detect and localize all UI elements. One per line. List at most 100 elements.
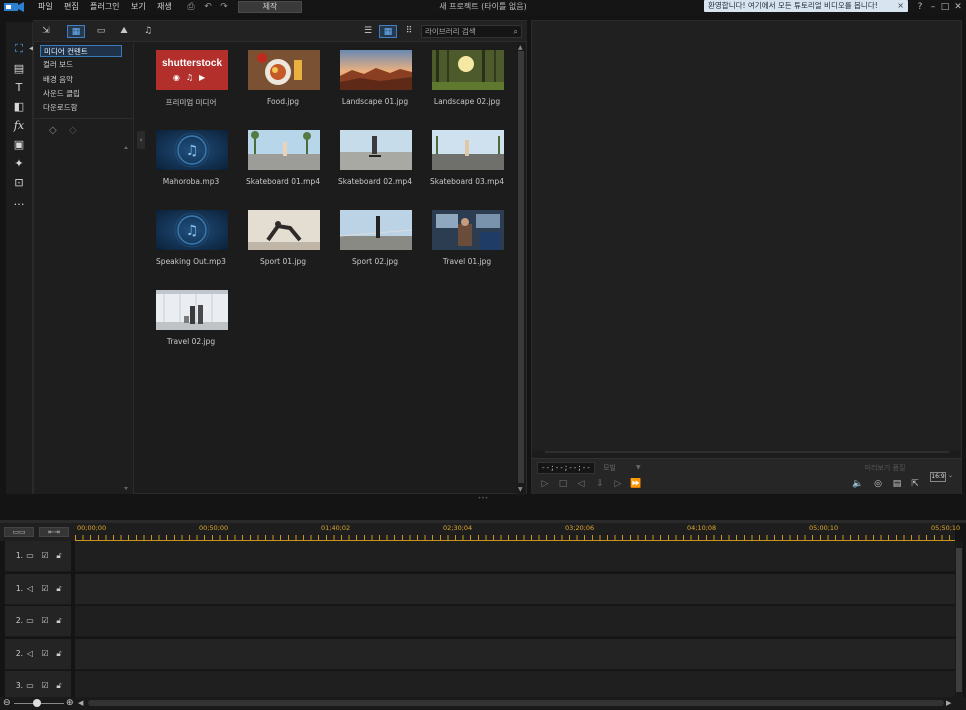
track-header[interactable]: 2. ▭ ☑ 🔓︎: [5, 606, 71, 637]
media-thumbnail[interactable]: Skateboard 03.mp4: [421, 123, 513, 199]
media-thumbnail[interactable]: Food.jpg: [237, 43, 329, 119]
media-thumbnail[interactable]: Sport 02.jpg: [329, 203, 421, 279]
menu-plugins[interactable]: 플러그인: [90, 1, 119, 13]
category-background-music[interactable]: 배경 음악: [40, 74, 122, 86]
preview-screen[interactable]: [532, 21, 961, 451]
media-thumbnail[interactable]: Landscape 02.jpg: [421, 43, 513, 119]
zoom-out-icon[interactable]: ⊖: [3, 698, 11, 708]
track-enable-checkbox[interactable]: ☑: [40, 681, 50, 691]
media-thumbnail[interactable]: ♫ Speaking Out.mp3: [145, 203, 237, 279]
media-thumbnail[interactable]: Travel 01.jpg: [421, 203, 513, 279]
category-sound-clips[interactable]: 사운드 클립: [40, 88, 122, 100]
filter-all-media-icon[interactable]: ▦: [67, 25, 85, 38]
zoom-in-icon[interactable]: ⊕: [66, 698, 74, 708]
library-search[interactable]: 라이브러리 검색 ⌕: [421, 25, 522, 38]
track-lane[interactable]: [75, 638, 955, 670]
redo-icon[interactable]: ↷: [219, 2, 229, 12]
split-icon[interactable]: ⇩: [594, 478, 606, 490]
grid-view-icon[interactable]: ▦: [379, 25, 397, 38]
filter-audio-icon[interactable]: ♫: [139, 25, 157, 38]
undock-icon[interactable]: ⇱: [908, 478, 922, 490]
media-thumbnail[interactable]: shutterstock ◉♫▶ 프리미엄 미디어: [145, 43, 237, 119]
track-lane[interactable]: [75, 573, 955, 605]
track-lane[interactable]: [75, 541, 955, 572]
track-enable-checkbox[interactable]: ☑: [40, 649, 50, 659]
fast-forward-icon[interactable]: ⏩: [630, 478, 642, 490]
menu-file[interactable]: 파일: [38, 1, 53, 13]
fit-timeline-button[interactable]: ⇤⇥: [39, 527, 69, 537]
more-icon[interactable]: …: [12, 195, 26, 209]
scroll-down-icon[interactable]: ▼: [518, 486, 523, 493]
timecode-field[interactable]: --;--;--;--: [537, 462, 595, 474]
welcome-banner[interactable]: 환영합니다! 여기에서 모든 튜토리얼 비디오를 봅니다! ×: [704, 0, 908, 12]
timeline-scrollbar-thumb[interactable]: [956, 548, 962, 692]
minimize-icon[interactable]: –: [928, 1, 938, 13]
lock-icon[interactable]: 🔓︎: [54, 551, 64, 561]
media-thumbnail[interactable]: ♫ Mahoroba.mp3: [145, 123, 237, 199]
lock-icon[interactable]: 🔓︎: [54, 681, 64, 691]
timeline-view-button[interactable]: ▭▭: [4, 527, 34, 537]
subtitle-room-icon[interactable]: ⊡: [12, 176, 26, 190]
track-enable-checkbox[interactable]: ☑: [40, 551, 50, 561]
media-thumbnail[interactable]: Landscape 01.jpg: [329, 43, 421, 119]
zoom-slider-knob[interactable]: [33, 699, 41, 707]
timeline-ruler[interactable]: 00;00;00 00;50;00 01;40;02 02;30;04 03;20;06…: [75, 523, 960, 541]
produce-button[interactable]: 제작: [238, 1, 302, 13]
next-frame-icon[interactable]: ▷: [612, 478, 624, 490]
effect-room-icon[interactable]: fx: [12, 119, 26, 133]
track-lane[interactable]: [75, 606, 955, 637]
filter-image-icon[interactable]: ⛰: [115, 25, 133, 38]
previous-frame-icon[interactable]: ◁: [575, 478, 587, 490]
close-window-icon[interactable]: ✕: [953, 1, 963, 13]
track-enable-checkbox[interactable]: ☑: [40, 616, 50, 626]
menu-edit[interactable]: 편집: [64, 1, 79, 13]
library-scrollbar-thumb[interactable]: [518, 51, 524, 483]
pip-room-icon[interactable]: ▣: [12, 138, 26, 152]
save-icon[interactable]: ⎙: [186, 2, 196, 12]
aspect-chevron-down-icon[interactable]: ⌄: [948, 472, 953, 479]
aspect-ratio-select[interactable]: 16:9: [930, 472, 946, 482]
menu-playback[interactable]: 재생: [157, 1, 172, 13]
volume-icon[interactable]: 🔈: [851, 478, 865, 490]
lock-icon[interactable]: 🔓︎: [54, 584, 64, 594]
close-icon[interactable]: ×: [897, 0, 904, 12]
category-media-content[interactable]: 미디어 컨텐트: [40, 45, 122, 57]
category-color-board[interactable]: 컬러 보드: [40, 59, 122, 71]
lock-icon[interactable]: 🔓︎: [54, 649, 64, 659]
help-icon[interactable]: ?: [915, 1, 925, 13]
add-tag-icon[interactable]: ◇: [49, 125, 63, 137]
snapshot-icon[interactable]: ◎: [871, 478, 885, 490]
media-thumbnail[interactable]: Sport 01.jpg: [237, 203, 329, 279]
title-room-icon[interactable]: T: [12, 81, 26, 95]
undo-icon[interactable]: ↶: [203, 2, 213, 12]
menu-view[interactable]: 보기: [131, 1, 146, 13]
track-header[interactable]: 1. ▭ ☑ 🔓︎: [5, 541, 71, 572]
lock-icon[interactable]: 🔓︎: [54, 616, 64, 626]
import-media-icon[interactable]: ⇲: [37, 25, 55, 38]
media-thumbnail[interactable]: Travel 02.jpg: [145, 283, 237, 359]
panel-splitter[interactable]: •••: [476, 496, 490, 502]
track-enable-checkbox[interactable]: ☑: [40, 584, 50, 594]
list-view-icon[interactable]: ☰: [359, 25, 377, 38]
collapse-panel-button[interactable]: ‹: [137, 131, 145, 149]
media-thumbnail[interactable]: Skateboard 01.mp4: [237, 123, 329, 199]
track-header[interactable]: 2. ◁ ☑ 🔓︎: [5, 638, 71, 670]
scroll-left-icon[interactable]: ◀: [78, 698, 83, 708]
media-thumbnail[interactable]: Skateboard 02.mp4: [329, 123, 421, 199]
timeline-horizontal-scrollbar[interactable]: [88, 700, 944, 706]
particle-room-icon[interactable]: ✦: [12, 157, 26, 171]
filter-video-icon[interactable]: ▭: [92, 25, 110, 38]
category-scrollbar[interactable]: [123, 145, 129, 491]
track-header[interactable]: 1. ◁ ☑ 🔓︎: [5, 573, 71, 605]
scroll-up-icon[interactable]: ▲: [518, 44, 523, 51]
sort-options-icon[interactable]: ⠿: [400, 25, 418, 38]
media-room-icon[interactable]: ⛶: [12, 42, 26, 56]
category-downloaded[interactable]: 다운로드함: [40, 102, 122, 114]
scroll-right-icon[interactable]: ▶: [946, 698, 951, 708]
transition-room-icon[interactable]: ◧: [12, 100, 26, 114]
fx-room-icon[interactable]: ▤: [12, 62, 26, 76]
maximize-icon[interactable]: □: [940, 1, 950, 13]
stop-icon[interactable]: □: [557, 478, 569, 490]
preview-seekbar[interactable]: [545, 451, 949, 453]
play-icon[interactable]: ▷: [539, 478, 551, 490]
